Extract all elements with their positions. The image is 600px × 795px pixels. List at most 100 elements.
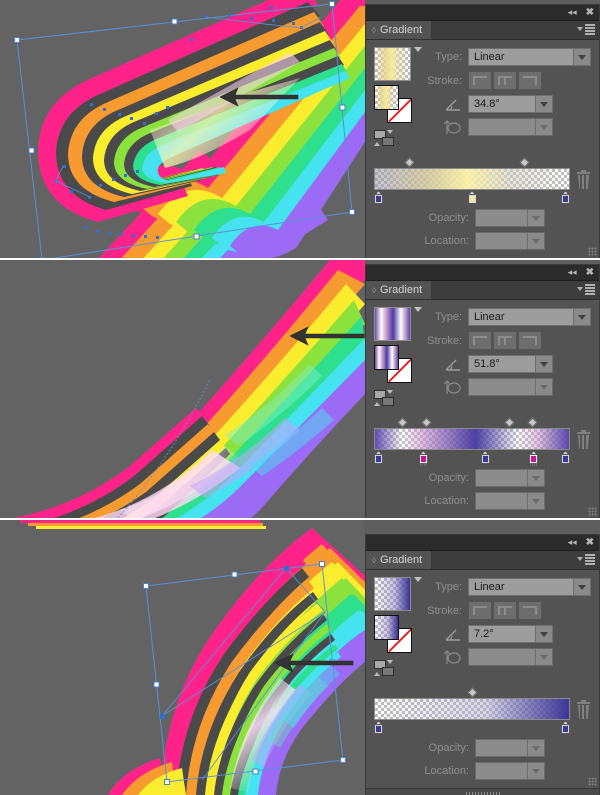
artboard-canvas-3[interactable] (0, 520, 365, 795)
chevron-down-icon[interactable] (573, 309, 590, 325)
gradient-stop[interactable] (467, 191, 477, 204)
close-icon[interactable]: ✖ (586, 7, 594, 18)
gradient-slider-1[interactable] (374, 168, 570, 190)
gradient-ramp-area-2[interactable] (374, 417, 591, 466)
gradient-stop[interactable] (529, 451, 539, 466)
collapse-double-arrow-icon[interactable]: ◂◂ (568, 8, 577, 17)
delete-stop-icon-3[interactable] (576, 700, 591, 719)
stroke-gradient-type-buttons-2[interactable] (468, 331, 542, 350)
gradient-stop[interactable] (418, 451, 428, 466)
artboard-canvas-2[interactable] (0, 260, 365, 520)
type-select-1[interactable]: Linear (468, 48, 591, 66)
stroke-within-button-3[interactable] (468, 601, 492, 620)
gradient-fill-swatch-3[interactable] (374, 577, 411, 611)
gradient-slider-2[interactable] (374, 428, 570, 450)
stroke-gradient-type-buttons-3[interactable] (468, 601, 542, 620)
type-select-3[interactable]: Linear (468, 578, 591, 596)
angle-input-2[interactable]: 51.8° (468, 355, 553, 373)
aspect-ratio-input-3[interactable] (468, 648, 553, 666)
tab-gradient-2[interactable]: ◊ Gradient (366, 281, 433, 299)
opacity-input-1[interactable] (475, 209, 545, 227)
gradient-fill-swatch-1[interactable] (374, 47, 411, 81)
gradient-slider-3[interactable] (374, 698, 570, 720)
stroke-within-button-2[interactable] (468, 331, 492, 350)
chevron-down-icon[interactable] (527, 740, 544, 756)
chevron-down-icon[interactable] (527, 763, 544, 779)
chevron-down-icon[interactable] (527, 210, 544, 226)
fill-swatch-2[interactable] (374, 345, 399, 370)
gradient-midpoint-diamond[interactable] (467, 687, 477, 698)
stroke-across-button-2[interactable] (518, 331, 542, 350)
chevron-down-icon[interactable] (535, 626, 552, 642)
gradient-ramp-area-1[interactable] (374, 157, 591, 205)
swatch-dropdown-caret-1[interactable] (414, 47, 422, 52)
panel-footer-3[interactable] (366, 788, 599, 795)
chevron-down-icon[interactable] (527, 493, 544, 509)
fill-swatch-3[interactable] (374, 615, 399, 640)
tab-gradient-1[interactable]: ◊ Gradient (366, 21, 433, 39)
fill-stroke-indicator-2[interactable] (374, 345, 414, 383)
gradient-fill-stroke-toggle-2[interactable] (374, 390, 398, 407)
stroke-along-button-1[interactable] (493, 71, 517, 90)
stroke-across-button-3[interactable] (518, 601, 542, 620)
chevron-down-icon[interactable] (535, 649, 552, 665)
selection-bounding-box-1[interactable] (0, 0, 365, 260)
angle-input-3[interactable]: 7.2° (468, 625, 553, 643)
gradient-stop[interactable] (374, 191, 383, 204)
gradient-fill-stroke-toggle-1[interactable] (374, 130, 398, 147)
gradient-ramp-area-3[interactable] (374, 687, 591, 735)
stroke-across-button-1[interactable] (518, 71, 542, 90)
chevron-down-icon[interactable] (535, 119, 552, 135)
panel-menu-icon-3[interactable] (577, 554, 595, 565)
stroke-within-button-1[interactable] (468, 71, 492, 90)
stroke-along-button-2[interactable] (493, 331, 517, 350)
chevron-down-icon[interactable] (527, 470, 544, 486)
chevron-down-icon[interactable] (573, 49, 590, 65)
chevron-down-icon[interactable] (535, 356, 552, 372)
chevron-down-icon[interactable] (535, 379, 552, 395)
close-icon[interactable]: ✖ (586, 267, 594, 278)
chevron-down-icon[interactable] (535, 96, 552, 112)
aspect-ratio-input-1[interactable] (468, 118, 553, 136)
location-input-2[interactable] (475, 492, 545, 510)
chevron-down-icon[interactable] (573, 579, 590, 595)
fill-stroke-indicator-3[interactable] (374, 615, 414, 653)
swatch-dropdown-caret-3[interactable] (414, 577, 422, 582)
artboard-canvas-1[interactable] (0, 0, 365, 260)
chevron-down-icon[interactable] (527, 233, 544, 249)
tab-gradient-3[interactable]: ◊ Gradient (366, 551, 433, 569)
location-input-1[interactable] (475, 232, 545, 250)
gradient-fill-stroke-toggle-3[interactable] (374, 660, 398, 677)
panel-menu-icon-2[interactable] (577, 284, 595, 295)
location-input-3[interactable] (475, 762, 545, 780)
collapse-double-arrow-icon[interactable]: ◂◂ (568, 538, 577, 547)
aspect-ratio-input-2[interactable] (468, 378, 553, 396)
gradient-stop[interactable] (480, 451, 490, 464)
stroke-gradient-type-buttons-1[interactable] (468, 71, 542, 90)
gradient-stop[interactable] (374, 451, 383, 464)
swatch-dropdown-caret-2[interactable] (414, 307, 422, 312)
panel-resize-gripper-2[interactable] (588, 507, 597, 516)
close-icon[interactable]: ✖ (586, 537, 594, 548)
gradient-panel-3[interactable]: ◂◂ ✖ ◊ Gradient Type: Linear Stroke: 7.2… (365, 534, 600, 795)
gradient-stop[interactable] (561, 721, 570, 734)
fill-stroke-indicator-1[interactable] (374, 85, 414, 123)
panel-resize-gripper-3[interactable] (588, 777, 597, 786)
panel-resize-gripper-1[interactable] (588, 247, 597, 256)
collapse-double-arrow-icon[interactable]: ◂◂ (568, 268, 577, 277)
panel-menu-icon-1[interactable] (577, 24, 595, 35)
gradient-panel-2[interactable]: ◂◂ ✖ ◊ Gradient Type: Linear Stroke: 51.… (365, 264, 600, 520)
gradient-stop[interactable] (561, 451, 570, 464)
delete-stop-icon-1[interactable] (576, 170, 591, 189)
gradient-stop[interactable] (561, 191, 570, 204)
gradient-midpoint-diamond[interactable] (421, 417, 432, 428)
gradient-midpoint-diamond[interactable] (527, 417, 538, 428)
fill-swatch-1[interactable] (374, 85, 399, 110)
type-select-2[interactable]: Linear (468, 308, 591, 326)
gradient-stop[interactable] (374, 721, 383, 734)
gradient-midpoint-diamond[interactable] (519, 157, 530, 168)
delete-stop-icon-2[interactable] (576, 430, 591, 449)
opacity-input-3[interactable] (475, 739, 545, 757)
panel-drag-handle-3[interactable] (465, 791, 500, 795)
stroke-along-button-3[interactable] (493, 601, 517, 620)
